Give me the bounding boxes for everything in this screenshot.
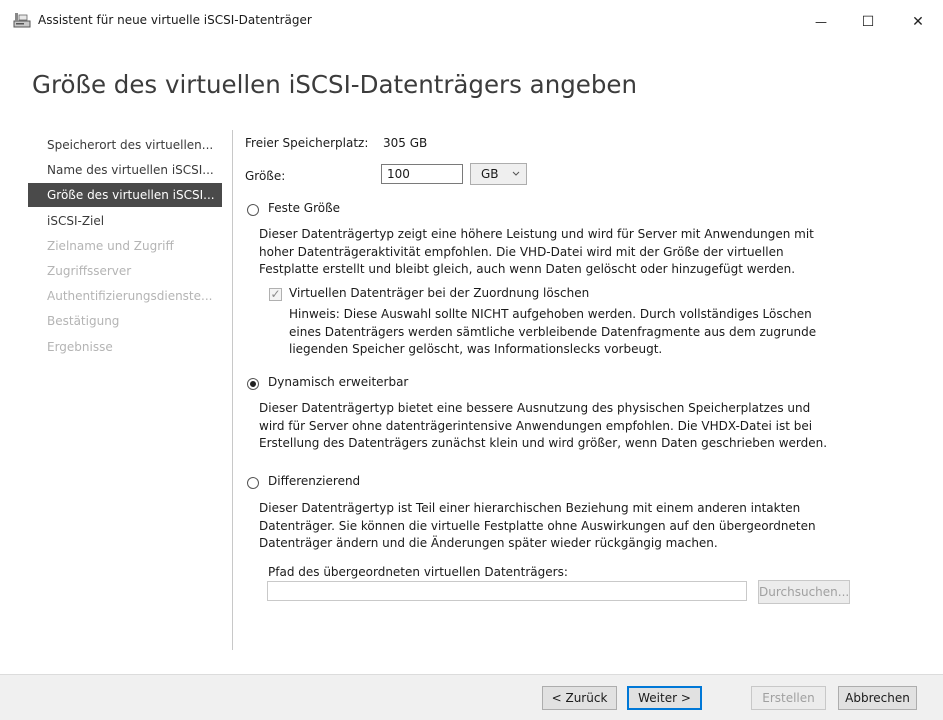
chevron-down-icon xyxy=(512,171,520,176)
differencing-description: Dieser Datenträgertyp ist Teil einer hie… xyxy=(259,500,816,553)
nav-step-confirmation: Bestätigung xyxy=(47,314,120,329)
dynamic-description-line: Dieser Datenträgertyp bietet eine besser… xyxy=(259,401,811,415)
size-input[interactable]: 100 xyxy=(381,164,463,184)
size-label: Größe: xyxy=(245,169,286,183)
radio-fixed-size[interactable] xyxy=(247,204,259,216)
back-button[interactable]: < Zurück xyxy=(542,686,617,710)
differencing-description-line: Dieser Datenträgertyp ist Teil einer hie… xyxy=(259,501,801,515)
radio-differencing-label[interactable]: Differenzierend xyxy=(268,474,360,488)
parent-path-label: Pfad des übergeordneten virtuellen Daten… xyxy=(268,565,568,579)
free-space-value: 305 GB xyxy=(383,136,428,150)
hint-line: Hinweis: Diese Auswahl sollte NICHT aufg… xyxy=(289,307,812,321)
radio-differencing[interactable] xyxy=(247,477,259,489)
differencing-description-line: Datenträger. Sie können die virtuelle Fe… xyxy=(259,518,816,533)
differencing-description-line: Datenträger ändern und die Änderungen sp… xyxy=(259,536,718,551)
minimize-button[interactable]: — xyxy=(806,8,836,36)
dynamic-description-line: wird für Server ohne datenträgerintensiv… xyxy=(259,418,813,433)
free-space-label: Freier Speicherplatz: xyxy=(245,136,369,150)
fixed-size-description-line: Dieser Datenträgertyp zeigt eine höhere … xyxy=(259,227,814,241)
clear-on-allocation-checkbox[interactable]: ✓ xyxy=(269,288,282,301)
hint-line: liegenden Speicher gelöscht, was Informa… xyxy=(289,342,663,357)
dynamic-description-line: Erstellung des Datenträgers zunächst kle… xyxy=(259,436,828,451)
window-title: Assistent für neue virtuelle iSCSI-Daten… xyxy=(38,13,312,27)
nav-step-authentication: Authentifizierungsdienste... xyxy=(47,289,213,304)
wizard-disk-icon xyxy=(13,13,31,28)
radio-fixed-size-label[interactable]: Feste Größe xyxy=(268,201,340,215)
nav-step-disk-size[interactable]: Größe des virtuellen iSCSI... xyxy=(28,183,222,208)
close-button[interactable]: ✕ xyxy=(903,8,933,36)
nav-step-disk-name[interactable]: Name des virtuellen iSCSI... xyxy=(28,158,222,182)
browse-button[interactable]: Durchsuchen... xyxy=(758,580,850,604)
fixed-size-description-line: hoher Datenträgeraktivität empfohlen. Di… xyxy=(259,244,784,259)
dynamic-description: Dieser Datenträgertyp bietet eine besser… xyxy=(259,400,827,453)
radio-dynamic-label[interactable]: Dynamisch erweiterbar xyxy=(268,375,408,389)
clear-on-allocation-hint: Hinweis: Diese Auswahl sollte NICHT aufg… xyxy=(289,306,816,359)
parent-path-input[interactable] xyxy=(267,581,747,601)
nav-divider xyxy=(232,130,233,650)
nav-step-storage-location[interactable]: Speicherort des virtuellen... xyxy=(28,133,222,157)
wizard-step-list: Speicherort des virtuellen... Name des v… xyxy=(28,133,222,360)
create-button[interactable]: Erstellen xyxy=(751,686,826,710)
nav-step-target-name-access: Zielname und Zugriff xyxy=(47,238,174,253)
size-unit-value: GB xyxy=(481,167,499,181)
cancel-button[interactable]: Abbrechen xyxy=(838,686,917,710)
nav-step-iscsi-target[interactable]: iSCSI-Ziel xyxy=(28,209,222,233)
hint-line: eines Datenträgers werden sämtliche verb… xyxy=(289,324,817,339)
clear-on-allocation-label[interactable]: Virtuellen Datenträger bei der Zuordnung… xyxy=(289,286,589,300)
radio-dynamic[interactable] xyxy=(247,378,259,390)
size-unit-select[interactable]: GB xyxy=(470,163,527,185)
next-button[interactable]: Weiter > xyxy=(627,686,702,710)
title-bar: Assistent für neue virtuelle iSCSI-Daten… xyxy=(0,0,943,46)
nav-step-access-servers: Zugriffsserver xyxy=(47,263,132,278)
fixed-size-description: Dieser Datenträgertyp zeigt eine höhere … xyxy=(259,226,814,279)
fixed-size-description-line: Festplatte erstellt und bleibt gleich, a… xyxy=(259,262,796,277)
page-title: Größe des virtuellen iSCSI-Datenträgers … xyxy=(32,70,637,99)
maximize-button[interactable]: ☐ xyxy=(853,8,883,36)
nav-step-results: Ergebnisse xyxy=(47,339,113,354)
